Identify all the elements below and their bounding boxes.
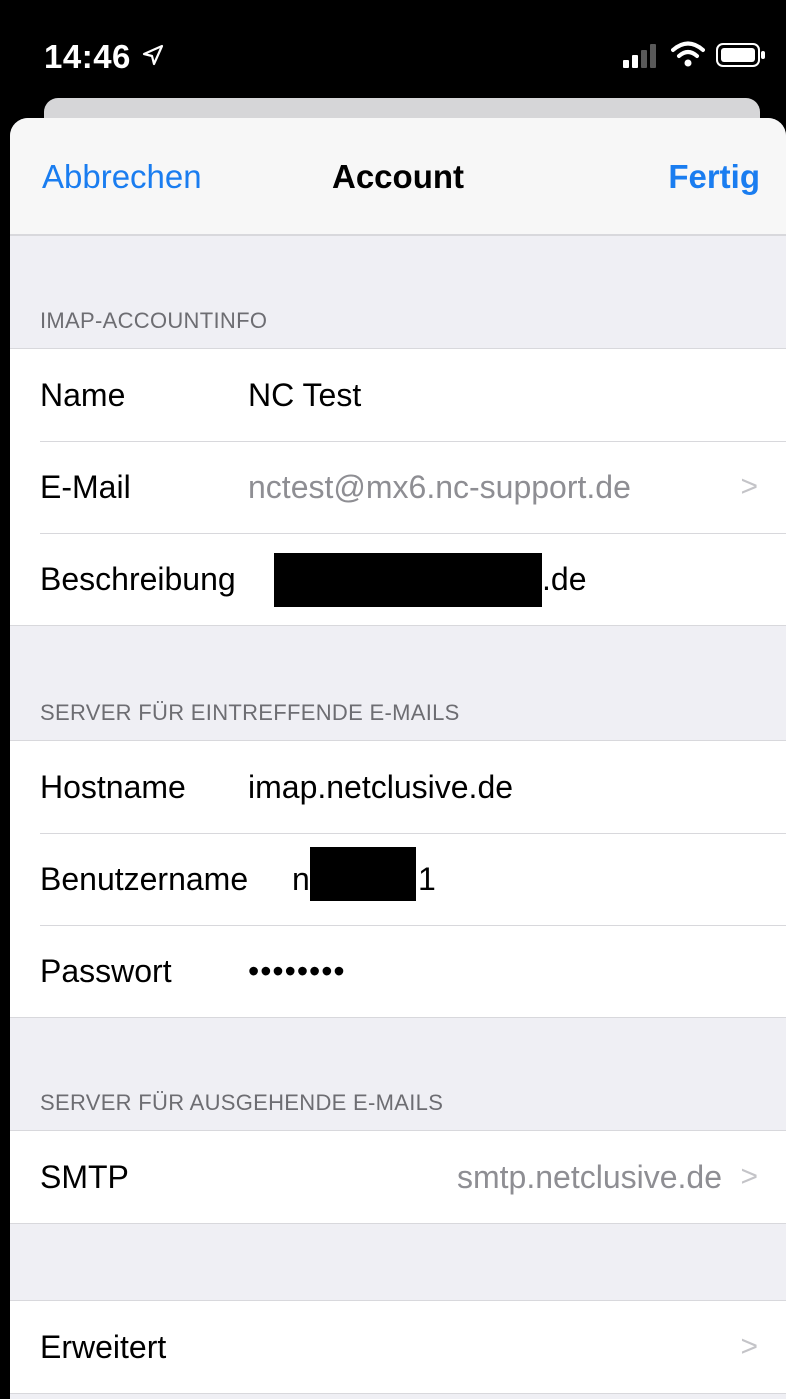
name-label: Name <box>40 376 126 413</box>
hostname-field[interactable]: imap.netclusive.de <box>248 769 513 806</box>
battery-icon <box>716 43 765 67</box>
cancel-button[interactable]: Abbrechen <box>42 158 202 196</box>
chevron-right-icon: > <box>740 470 758 503</box>
hostname-row[interactable]: Hostname imap.netclusive.de <box>10 741 786 833</box>
screen: 14:46 Abbrechen Account Fertig IMAP-ACCO… <box>0 0 786 1399</box>
section-header-outgoing-server: SERVER FÜR AUSGEHENDE E-MAILS <box>40 1090 444 1115</box>
name-row[interactable]: Name NC Test <box>10 349 786 441</box>
section-header-imap-accountinfo: IMAP-ACCOUNTINFO <box>40 308 268 333</box>
description-field[interactable]: .de <box>542 561 586 598</box>
smtp-row[interactable]: SMTP smtp.netclusive.de > <box>10 1131 786 1223</box>
password-label: Passwort <box>40 952 172 989</box>
advanced-label: Erweitert <box>40 1328 167 1365</box>
account-sheet: Abbrechen Account Fertig IMAP-ACCOUNTINF… <box>10 118 786 1399</box>
password-row[interactable]: Passwort •••••••• <box>10 925 786 1017</box>
smtp-value: smtp.netclusive.de <box>456 1158 722 1195</box>
username-field-suffix[interactable]: 1 <box>418 861 436 898</box>
description-row[interactable]: Beschreibung .de <box>10 533 786 625</box>
status-time: 14:46 <box>44 38 131 75</box>
navigation-bar: Abbrechen Account Fertig <box>10 118 786 236</box>
advanced-group: Erweitert > <box>10 1300 786 1394</box>
advanced-row[interactable]: Erweitert > <box>10 1301 786 1393</box>
username-field-prefix[interactable]: n <box>292 861 310 898</box>
location-arrow-icon <box>142 44 164 66</box>
done-button[interactable]: Fertig <box>668 158 760 196</box>
description-label: Beschreibung <box>40 560 236 597</box>
username-label: Benutzername <box>40 860 249 897</box>
name-field[interactable]: NC Test <box>248 377 361 414</box>
redacted-username <box>310 847 416 901</box>
chevron-right-icon: > <box>740 1330 758 1363</box>
redacted-description <box>274 553 542 607</box>
email-row[interactable]: E-Mail nctest@mx6.nc-support.de > <box>10 441 786 533</box>
incoming-server-group: Hostname imap.netclusive.de Benutzername… <box>10 740 786 1018</box>
password-field[interactable]: •••••••• <box>248 953 346 990</box>
username-row[interactable]: Benutzername n 1 <box>10 833 786 925</box>
smtp-label: SMTP <box>40 1158 129 1195</box>
email-label: E-Mail <box>40 468 131 505</box>
outgoing-server-group: SMTP smtp.netclusive.de > <box>10 1130 786 1224</box>
section-header-incoming-server: SERVER FÜR EINTREFFENDE E-MAILS <box>40 700 460 725</box>
email-value: nctest@mx6.nc-support.de <box>248 468 631 505</box>
cellular-signal-icon <box>623 44 656 68</box>
hostname-label: Hostname <box>40 768 186 805</box>
status-bar: 14:46 <box>0 0 786 100</box>
chevron-right-icon: > <box>740 1160 758 1193</box>
wifi-icon <box>671 41 705 67</box>
imap-accountinfo-group: Name NC Test E-Mail nctest@mx6.nc-suppor… <box>10 348 786 626</box>
